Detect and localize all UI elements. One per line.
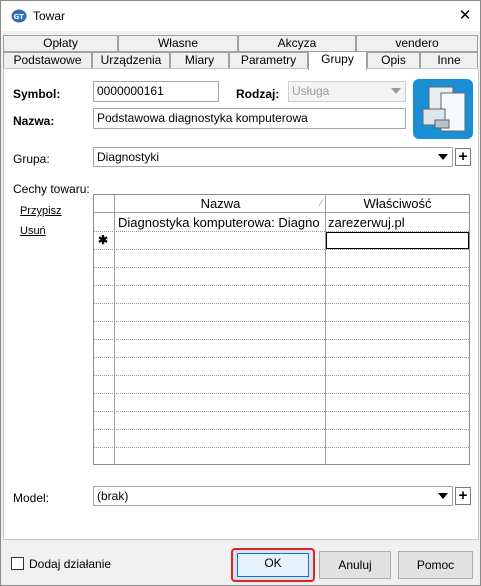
anuluj-button-label: Anuluj [338, 558, 372, 572]
table-row[interactable]: Diagnostyka komputerowa: Diagno zarezerw… [94, 214, 469, 232]
symbol-label: Symbol: [13, 87, 61, 101]
tab-label: Grupy [321, 52, 354, 66]
pomoc-button-label: Pomoc [416, 558, 455, 572]
ok-button-label: OK [264, 556, 282, 570]
grupa-select[interactable]: Diagnostyki [93, 147, 453, 167]
przypisz-link[interactable]: Przypisz [20, 205, 62, 217]
window-title: Towar [33, 9, 66, 23]
tab-label: Miary [184, 53, 215, 67]
tab-label: Podstawowe [13, 53, 82, 67]
svg-text:GT: GT [14, 13, 25, 21]
table-row[interactable] [94, 268, 469, 286]
table-row[interactable] [94, 304, 469, 322]
add-grupa-button[interactable]: + [455, 148, 471, 166]
model-label: Model: [13, 491, 50, 505]
grupa-value: Diagnostyki [97, 150, 160, 164]
table-row[interactable] [94, 322, 469, 340]
cechy-grid[interactable]: Nazwa ⁄ Właściwość Diagnostyka komputero… [93, 194, 470, 465]
tab-label: Opis [381, 53, 406, 67]
close-icon[interactable]: ✕ [451, 5, 479, 27]
table-row[interactable] [94, 448, 469, 466]
nazwa-field[interactable]: Podstawowa diagnostyka komputerowa [93, 108, 406, 129]
active-cell-editor[interactable] [326, 232, 469, 249]
ok-button[interactable]: OK [231, 548, 315, 582]
table-row[interactable] [94, 376, 469, 394]
tab-parametry[interactable]: Parametry [229, 52, 308, 69]
tab-label: Parametry [240, 53, 297, 67]
tab-label: vendero [395, 36, 439, 50]
table-row[interactable] [94, 394, 469, 412]
pomoc-button[interactable]: Pomoc [398, 551, 473, 579]
tab-urzadzenia[interactable]: Urządzenia [92, 52, 170, 69]
tab-label: Urządzenia [100, 53, 162, 67]
title-bar: GT Towar ✕ [1, 1, 480, 31]
table-row[interactable] [94, 340, 469, 358]
tab-inne[interactable]: Inne [420, 52, 478, 69]
tab-akcyza[interactable]: Akcyza [238, 35, 356, 52]
tab-grupy[interactable]: Grupy [308, 51, 367, 70]
tab-podstawowe[interactable]: Podstawowe [3, 52, 92, 69]
column-header-wlasciwosc[interactable]: Właściwość [326, 195, 469, 213]
symbol-field[interactable]: 0000000161 [93, 81, 219, 102]
model-select[interactable]: (brak) [93, 486, 453, 506]
rodzaj-value: Usługa [292, 84, 330, 98]
usun-link[interactable]: Usuń [20, 225, 46, 237]
dodaj-dzialanie-label: Dodaj działanie [29, 557, 112, 571]
sort-indicator-icon: ⁄ [320, 198, 322, 208]
table-row[interactable] [94, 286, 469, 304]
nazwa-label: Nazwa: [13, 114, 55, 128]
chevron-down-icon [391, 88, 401, 94]
new-row[interactable]: ✱ [94, 232, 469, 250]
tab-wlasne[interactable]: Własne [118, 35, 238, 52]
dialog-window: GT Towar ✕ Opłaty Własne Akcyza vendero … [0, 0, 481, 586]
add-model-button[interactable]: + [455, 487, 471, 505]
column-header-nazwa[interactable]: Nazwa ⁄ [115, 195, 326, 213]
tab-opis[interactable]: Opis [367, 52, 420, 69]
grupa-label: Grupa: [13, 152, 50, 166]
tab-label: Opłaty [43, 36, 78, 50]
model-value: (brak) [97, 489, 129, 503]
chevron-down-icon [438, 154, 448, 160]
new-row-asterisk-icon: ✱ [98, 233, 109, 247]
tab-label: Własne [157, 36, 198, 50]
app-logo-icon: GT [11, 9, 27, 23]
chevron-down-icon [438, 493, 448, 499]
product-image-icon [413, 79, 473, 139]
cell-nazwa: Diagnostyka komputerowa: Diagno [118, 215, 320, 230]
tab-label: Akcyza [277, 36, 317, 50]
rodzaj-label: Rodzaj: [236, 87, 280, 101]
cechy-label: Cechy towaru: [13, 182, 90, 196]
tab-label: Inne [437, 53, 461, 67]
table-row[interactable] [94, 430, 469, 448]
tab-oplaty[interactable]: Opłaty [3, 35, 118, 52]
dodaj-dzialanie-checkbox[interactable] [11, 557, 24, 570]
table-row[interactable] [94, 358, 469, 376]
tab-miary[interactable]: Miary [170, 52, 229, 69]
table-row[interactable] [94, 412, 469, 430]
grid-corner [94, 195, 115, 213]
anuluj-button[interactable]: Anuluj [319, 551, 391, 579]
table-row[interactable] [94, 250, 469, 268]
column-header-label: Właściwość [363, 196, 432, 211]
rodzaj-select: Usługa [288, 81, 406, 102]
column-header-label: Nazwa [200, 196, 241, 211]
cell-wlasciwosc: zarezerwuj.pl [328, 215, 405, 230]
tab-vendero[interactable]: vendero [356, 35, 478, 52]
